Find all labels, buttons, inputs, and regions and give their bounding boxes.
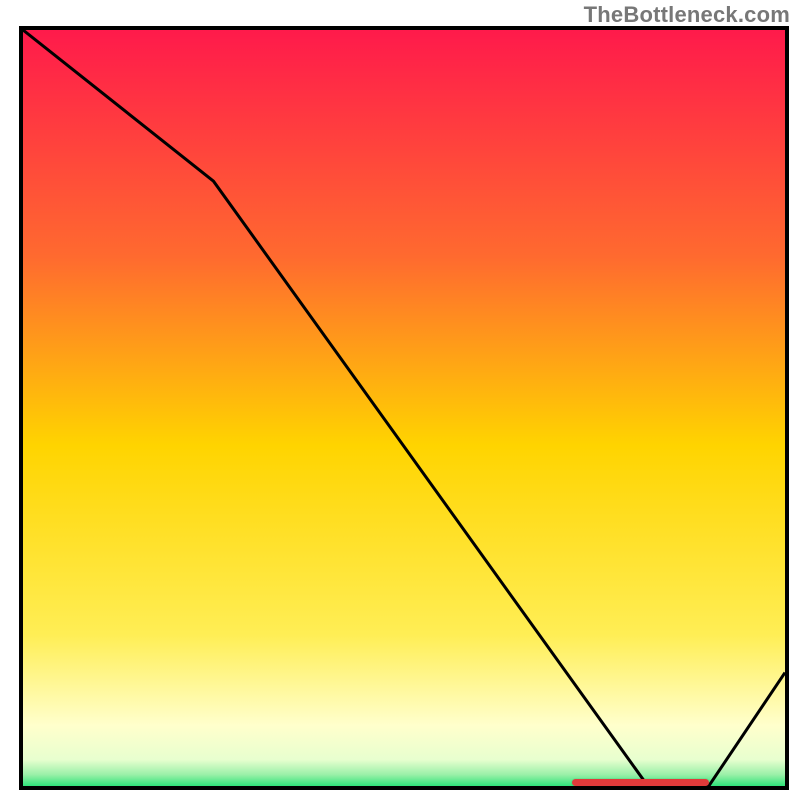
chart-plot-area xyxy=(19,26,789,790)
optimal-range-marker xyxy=(572,779,709,786)
chart-stage: TheBottleneck.com xyxy=(0,0,800,800)
bottleneck-curve xyxy=(23,30,785,786)
watermark-text: TheBottleneck.com xyxy=(584,2,790,28)
